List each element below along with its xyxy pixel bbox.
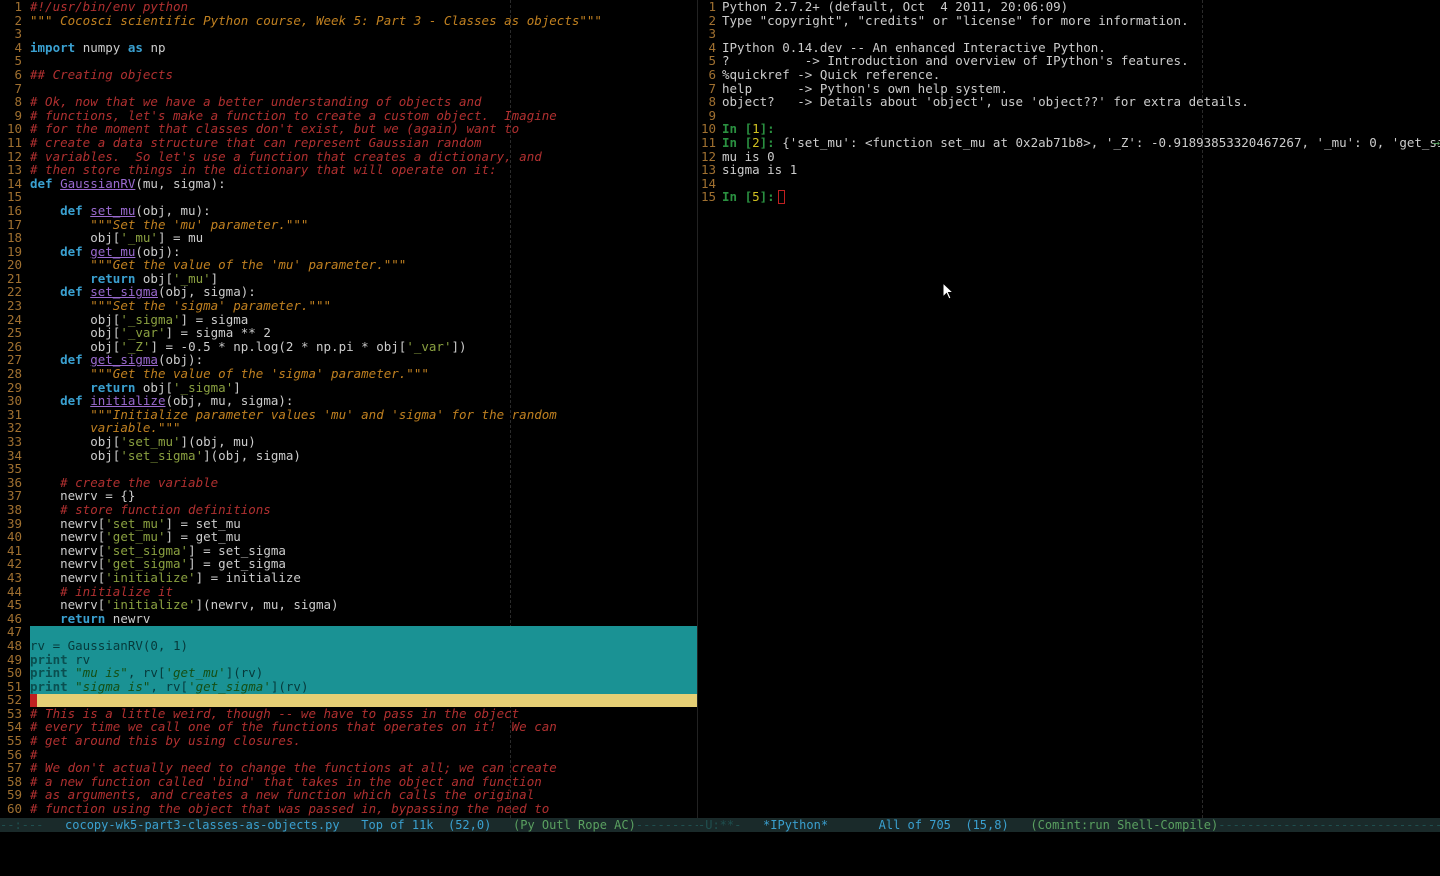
editor-area: 1234567891011121314151617181920212223242…: [0, 0, 1440, 818]
modeline-buffer: *IPython*: [763, 818, 828, 832]
modeline-left[interactable]: --:--- cocopy-wk5-part3-classes-as-objec…: [0, 818, 698, 832]
modeline-modes: (Py Outl Rope AC): [513, 818, 636, 832]
modeline-right[interactable]: -U:**- *IPython* All of 705 (15,8) (Comi…: [698, 818, 1440, 832]
right-repl-body[interactable]: Python 2.7.2+ (default, Oct 4 2011, 20:0…: [722, 0, 1440, 204]
minibuffer[interactable]: [0, 832, 1440, 876]
wrap-arrow-icon: →: [1432, 136, 1440, 150]
line-number-gutter-left: 1234567891011121314151617181920212223242…: [0, 0, 26, 816]
left-code-body[interactable]: #!/usr/bin/env python""" Cocosci scienti…: [30, 0, 697, 816]
modeline-cursor: (52,0): [448, 818, 491, 832]
modeline-position: All of 705: [879, 818, 951, 832]
line-number-gutter-right: 123456789101112131415: [698, 0, 720, 204]
modeline-position: Top of 11k: [361, 818, 433, 832]
modeline-modes: (Comint:run Shell-Compile): [1030, 818, 1218, 832]
right-repl-pane[interactable]: 123456789101112131415 Python 2.7.2+ (def…: [698, 0, 1440, 818]
left-code-pane[interactable]: 1234567891011121314151617181920212223242…: [0, 0, 698, 818]
modeline-filename: cocopy-wk5-part3-classes-as-objects.py: [65, 818, 340, 832]
modeline-cursor: (15,8): [965, 818, 1008, 832]
